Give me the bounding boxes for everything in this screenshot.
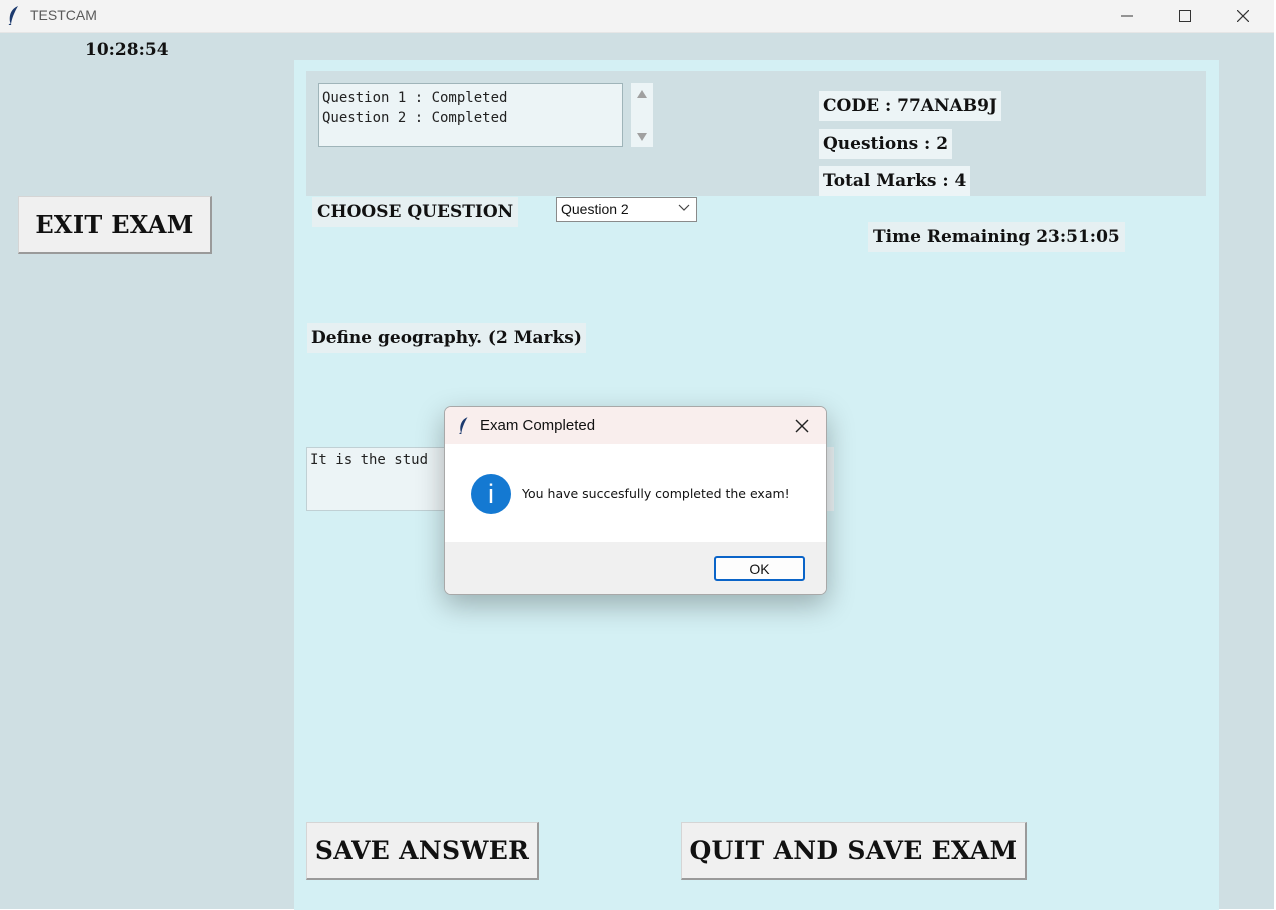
maximize-button[interactable] [1156,0,1214,32]
window-title: TESTCAM [30,7,97,23]
exam-completed-dialog: Exam Completed i You have succesfully co… [444,406,827,595]
exit-exam-button[interactable]: EXIT EXAM [18,196,212,254]
time-remaining: Time Remaining 23:51:05 [868,222,1125,252]
dialog-titlebar: Exam Completed [445,407,826,444]
question-select-value: Question 2 [561,201,629,217]
status-list-scrollbar[interactable] [631,83,653,147]
exam-code: CODE : 77ANAB9J [819,91,1001,121]
choose-question-label: CHOOSE QUESTION [312,197,519,227]
dialog-message: You have succesfully completed the exam! [522,486,790,501]
scroll-up-icon[interactable] [637,90,647,98]
chevron-down-icon [678,204,690,211]
question-text: Define geography. (2 Marks) [307,323,586,353]
minimize-button[interactable] [1098,0,1156,32]
save-answer-button[interactable]: SAVE ANSWER [306,822,539,880]
window-titlebar: TESTCAM [0,0,1274,33]
close-icon [1237,10,1249,22]
question-select[interactable]: Question 2 [556,197,697,222]
list-item[interactable]: Question 2 : Completed [322,108,622,128]
question-count: Questions : 2 [819,129,953,159]
window-close-button[interactable] [1214,0,1272,32]
scroll-down-icon[interactable] [637,133,647,141]
list-item[interactable]: Question 1 : Completed [322,88,622,108]
total-marks: Total Marks : 4 [819,166,971,196]
minimize-icon [1121,15,1133,17]
close-icon[interactable] [793,417,811,435]
question-status-list[interactable]: Question 1 : Completed Question 2 : Comp… [318,83,623,147]
feather-icon [8,6,18,25]
info-icon: i [471,474,511,514]
feather-icon [459,417,468,434]
dialog-title: Exam Completed [480,417,596,434]
ok-button[interactable]: OK [714,556,805,581]
clock: 10:28:54 [85,40,169,60]
maximize-icon [1179,10,1191,22]
quit-and-save-exam-button[interactable]: QUIT AND SAVE EXAM [681,822,1027,880]
